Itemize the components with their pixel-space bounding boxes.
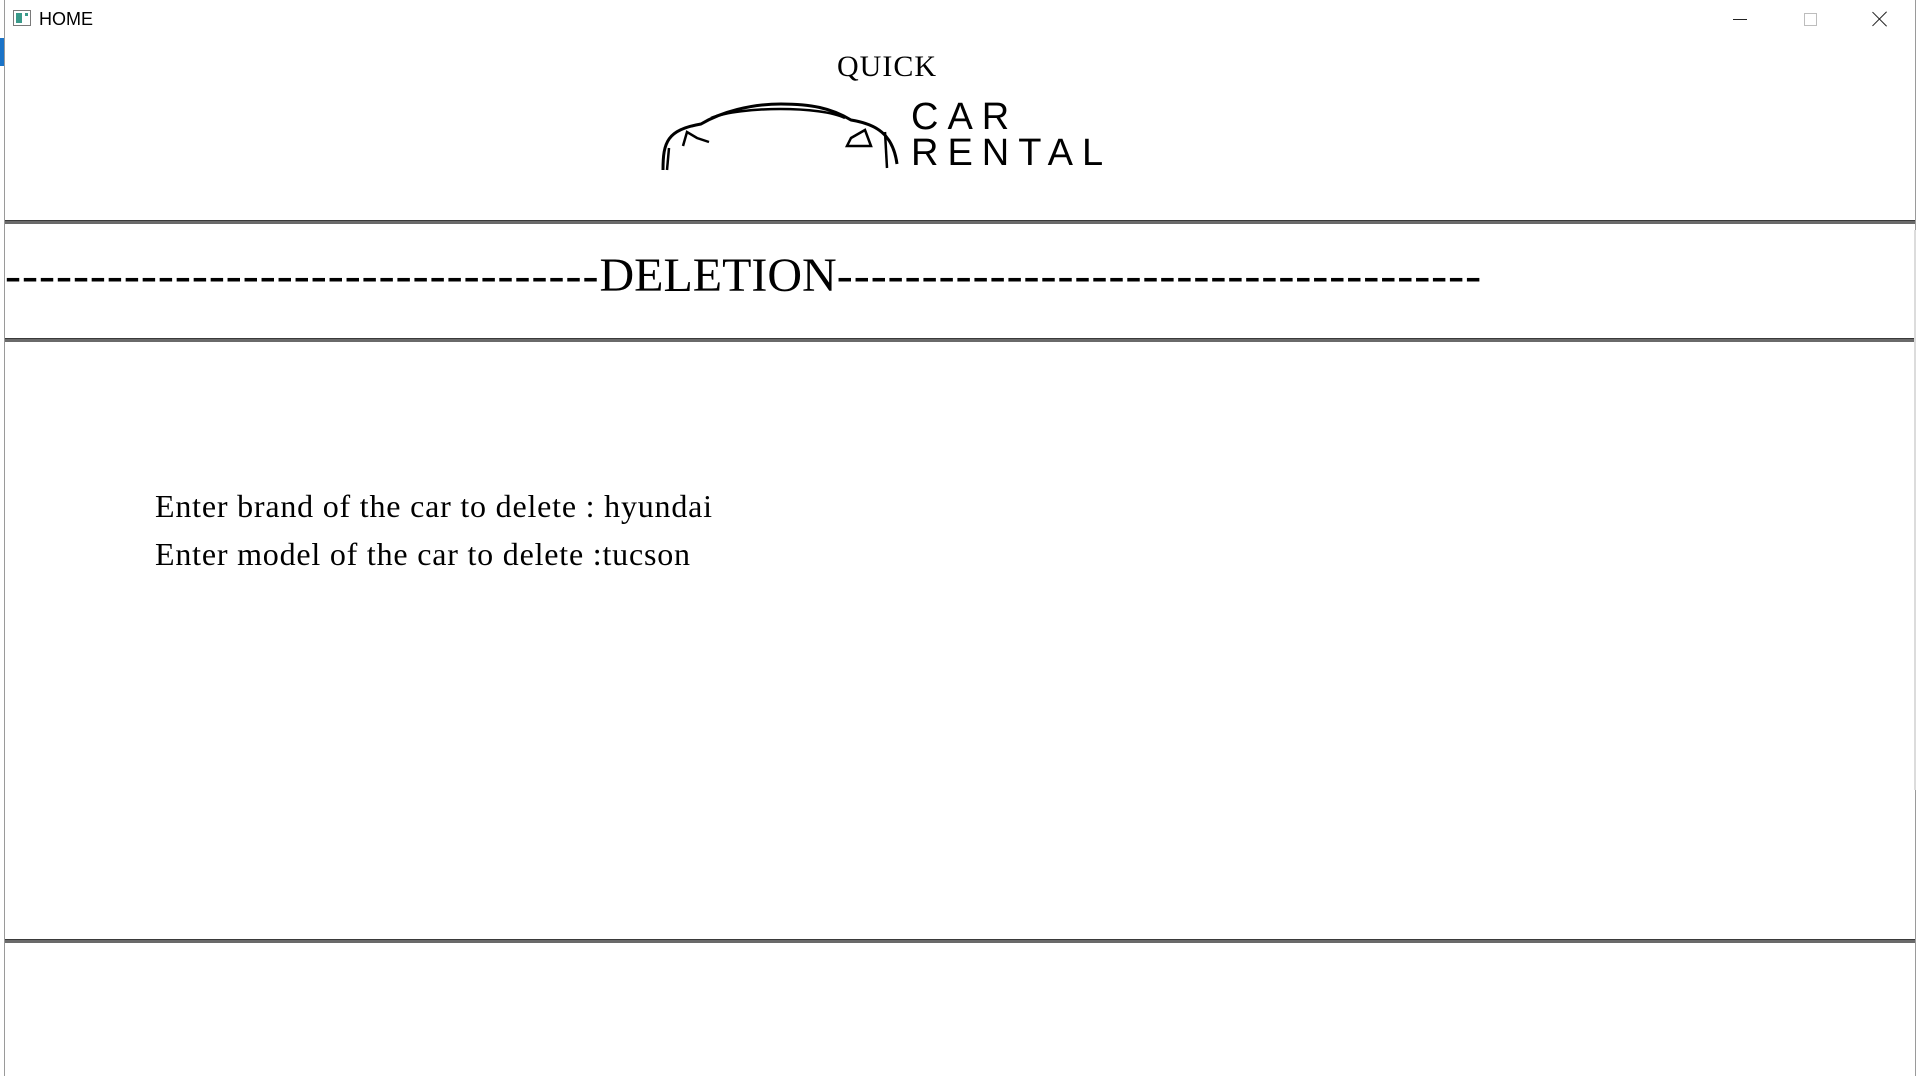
title-bar[interactable]: HOME: [5, 0, 1915, 38]
minimize-button[interactable]: [1705, 0, 1775, 38]
section-heading: -----------------------------------DELET…: [5, 246, 1915, 306]
brand-row: Enter brand of the car to delete : hyund…: [155, 482, 713, 530]
model-input[interactable]: tucson: [602, 536, 690, 572]
heading-dashes-right: --------------------------------------: [836, 249, 1483, 302]
logo-rental-text: RENTAL: [911, 132, 1113, 174]
window-title: HOME: [39, 9, 93, 29]
footer-divider: [5, 939, 1915, 943]
maximize-button[interactable]: [1775, 0, 1845, 38]
car-outline-icon: [661, 102, 899, 171]
model-prompt: Enter model of the car to delete :: [155, 536, 603, 572]
desktop: HOME QUICK CAR RENTAL ------------------…: [0, 0, 1920, 1080]
section-divider: [5, 338, 1915, 342]
scrollbar-track[interactable]: [1914, 230, 1916, 790]
section-title: DELETION: [599, 249, 837, 302]
close-button[interactable]: [1845, 0, 1915, 38]
app-window-icon: [13, 10, 31, 26]
heading-dashes-left: -----------------------------------: [5, 249, 600, 302]
header-divider: [5, 220, 1915, 224]
brand-input[interactable]: hyundai: [604, 488, 713, 524]
logo-quick-text: QUICK: [837, 50, 937, 83]
app-icon-pane: [16, 13, 22, 23]
app-icon-dot: [25, 13, 28, 16]
quick-car-rental-logo: QUICK CAR RENTAL: [661, 50, 1181, 180]
brand-prompt: Enter brand of the car to delete :: [155, 488, 605, 524]
close-icon: [1872, 11, 1888, 27]
deletion-form: Enter brand of the car to delete : hyund…: [155, 482, 713, 578]
minimize-icon: [1733, 18, 1747, 20]
maximize-icon: [1803, 12, 1817, 26]
model-row: Enter model of the car to delete :tucson: [155, 530, 713, 578]
